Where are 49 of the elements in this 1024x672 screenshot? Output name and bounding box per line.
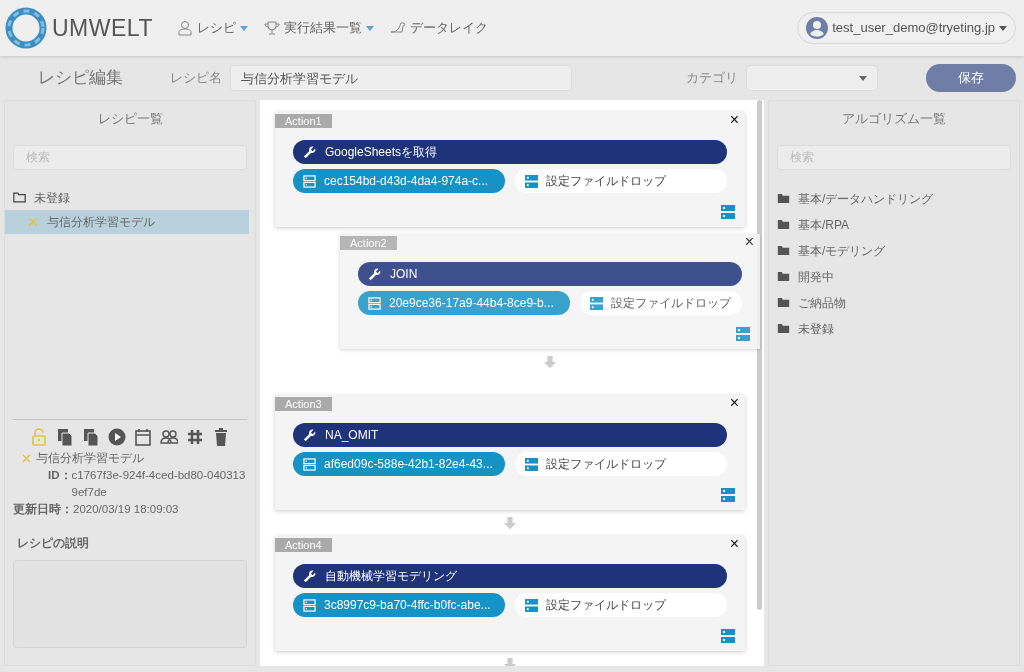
field-label: ID： bbox=[47, 467, 72, 483]
action-card[interactable]: Action1 × GoogleSheetsを取得 cec154bd-d43d-4da4-974a-c... 設定ファイルドロップ bbox=[275, 112, 745, 227]
algorithm-folder[interactable]: 未登録 bbox=[769, 315, 1019, 342]
data-pill[interactable]: af6ed09c-588e-42b1-82e4-43... bbox=[293, 452, 505, 476]
save-button[interactable]: 保存 bbox=[926, 64, 1016, 92]
recipe-id: c1767f3e-924f-4ced-bd80-0403139ef7de bbox=[71, 467, 247, 500]
data-pill[interactable]: cec154bd-d43d-4da4-974a-c... bbox=[293, 169, 505, 193]
action-label: Action2 bbox=[340, 236, 397, 250]
algorithm-folder[interactable]: 基本/RPA bbox=[769, 211, 1019, 238]
drop-zone[interactable]: 設定ファイルドロップ bbox=[515, 452, 727, 476]
panel-title: レシピ一覧 bbox=[96, 110, 164, 128]
algorithm-pill[interactable]: JOIN bbox=[358, 262, 742, 286]
nav-menu-item[interactable]: 実行結果一覧 bbox=[263, 18, 374, 38]
close-button[interactable]: × bbox=[729, 395, 739, 411]
drop-zone[interactable]: 設定ファイルドロップ bbox=[515, 169, 727, 193]
action-label: Action4 bbox=[275, 538, 332, 552]
field-label: カテゴリ bbox=[686, 69, 738, 88]
recipe-item[interactable]: 与信分析学習モデル bbox=[5, 209, 249, 234]
algorithm-pill[interactable]: GoogleSheetsを取得 bbox=[293, 140, 727, 164]
close-button[interactable]: × bbox=[744, 234, 754, 250]
action-label: Action3 bbox=[275, 397, 332, 411]
drop-zone[interactable]: 設定ファイルドロップ bbox=[580, 291, 742, 315]
data-pill[interactable]: 3c8997c9-ba70-4ffc-b0fc-abe... bbox=[293, 593, 505, 617]
action-card[interactable]: Action4 × 自動機械学習モデリング 3c8997c9-ba70-4ffc-b0fc-abe... 設定ファイルドロップ bbox=[275, 536, 745, 651]
algorithm-folder[interactable]: 基本/データハンドリング bbox=[769, 185, 1019, 212]
action-card[interactable]: Action3 × NA_OMIT af6ed09c-588e-42b1-82e4-43... 設定ファイルドロップ bbox=[275, 395, 745, 510]
close-button[interactable]: × bbox=[729, 536, 739, 552]
algorithm-folder[interactable]: 開発中 bbox=[769, 263, 1019, 290]
recipe-name-field[interactable]: 与信分析学習モデル bbox=[230, 65, 572, 91]
brand-name: UMWELT bbox=[52, 13, 153, 43]
algorithm-pill[interactable]: 自動機械学習モデリング bbox=[293, 564, 727, 588]
panel-title: アルゴリズム一覧 bbox=[841, 110, 947, 128]
algorithm-folder[interactable]: ご納品物 bbox=[769, 289, 1019, 316]
field-label: レシピ名 bbox=[170, 69, 222, 88]
user-menu[interactable]: test_user_demo@tryeting.jp bbox=[797, 12, 1016, 44]
close-button[interactable]: × bbox=[729, 112, 739, 128]
algorithm-pill[interactable]: NA_OMIT bbox=[293, 423, 727, 447]
recipe-name: 与信分析学習モデル bbox=[36, 450, 144, 466]
drop-zone[interactable]: 設定ファイルドロップ bbox=[515, 593, 727, 617]
field-label: レシピの説明 bbox=[17, 535, 90, 551]
nav-menu-item[interactable]: データレイク bbox=[389, 18, 488, 38]
action-label: Action1 bbox=[275, 114, 332, 128]
page-title: レシピ編集 bbox=[37, 67, 124, 90]
field-label: 更新日時： bbox=[13, 501, 73, 518]
algorithm-folder[interactable]: 基本/モデリング bbox=[769, 237, 1019, 264]
nav-menu-item[interactable]: レシピ bbox=[176, 18, 248, 38]
updated-time: 2020/03/19 18:09:03 bbox=[73, 502, 179, 518]
action-card[interactable]: Action2 × JOIN 20e9ce36-17a9-44b4-8ce9-b... 設定ファイルドロップ bbox=[340, 234, 760, 349]
folder-item[interactable]: 未登録 bbox=[5, 185, 249, 210]
